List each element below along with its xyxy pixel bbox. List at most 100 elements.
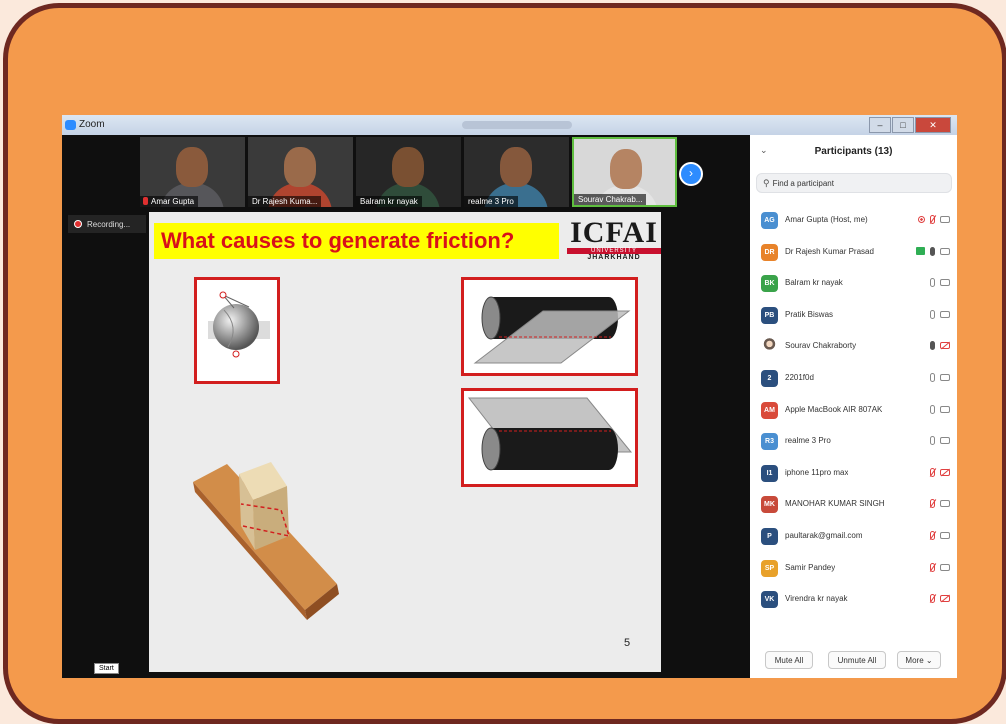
cylinder-below-plane-figure	[461, 388, 638, 487]
participant-row[interactable]: VK Virendra kr nayak	[750, 585, 957, 617]
participant-row[interactable]: I1 iphone 11pro max	[750, 459, 957, 491]
zoom-app-icon	[65, 120, 76, 130]
video-tile[interactable]: Balram kr nayak	[356, 137, 461, 207]
participant-row[interactable]: BK Balram kr nayak	[750, 269, 957, 301]
minimize-button[interactable]: –	[869, 117, 891, 133]
participant-avatar: VK	[761, 591, 778, 609]
participant-status-icons	[930, 372, 950, 382]
participant-avatar: PB	[761, 306, 778, 324]
participant-row[interactable]: DR Dr Rajesh Kumar Prasad	[750, 238, 957, 270]
participant-name: Dr Rajesh Kumar Prasad	[785, 246, 874, 256]
mute-all-button[interactable]: Mute All	[765, 651, 813, 669]
participant-avatar: AG	[761, 212, 778, 229]
participant-avatar: I1	[761, 464, 778, 482]
next-videos-arrow-icon[interactable]: ›	[679, 162, 703, 186]
participant-name: MANOHAR KUMAR SINGH	[785, 499, 885, 509]
recording-icon	[918, 216, 925, 223]
more-button[interactable]: More ⌄	[897, 651, 941, 669]
participant-avatar: AM	[761, 401, 778, 419]
camera-icon	[940, 405, 950, 413]
participant-face	[610, 149, 642, 189]
video-tile-name: Amar Gupta	[140, 196, 199, 207]
recording-indicator[interactable]: Recording...	[68, 215, 146, 233]
camera-icon	[940, 437, 950, 445]
slide-title: What causes to generate friction?	[154, 223, 559, 259]
participant-avatar: MK	[761, 496, 778, 514]
participant-status-icons	[930, 309, 950, 319]
participant-name: Pratik Biswas	[785, 309, 834, 319]
video-tile-active-speaker[interactable]: Sourav Chakrab...	[572, 137, 677, 207]
participant-list: AG Amar Gupta (Host, me) DR Dr Rajesh Kumar…	[750, 206, 957, 617]
video-tile-name: Balram kr nayak	[356, 196, 422, 207]
start-button[interactable]: Start	[94, 663, 119, 674]
participant-face	[392, 147, 424, 187]
video-tile[interactable]: Amar Gupta	[140, 137, 245, 207]
mic-muted-icon	[930, 562, 935, 572]
camera-icon	[940, 531, 950, 539]
panel-footer: Mute All Unmute All More ⌄	[750, 648, 957, 674]
recording-dot-icon	[74, 220, 82, 228]
sphere-figure	[194, 277, 280, 384]
participant-status-icons	[918, 215, 950, 224]
participant-status-icons	[916, 246, 950, 256]
mic-muted-icon	[143, 197, 148, 205]
participant-row[interactable]: 2 2201f0d	[750, 364, 957, 396]
participant-name: realme 3 Pro	[785, 436, 831, 446]
search-icon: ⚲	[763, 177, 770, 188]
participant-row[interactable]: SP Samir Pandey	[750, 554, 957, 586]
microphone-icon	[930, 372, 935, 382]
participant-name: Sourav Chakraborty	[785, 341, 857, 351]
participant-avatar: P	[761, 527, 778, 545]
camera-icon	[940, 563, 950, 571]
participant-status-icons	[930, 467, 950, 477]
maximize-button[interactable]: □	[892, 117, 914, 133]
participant-status-icons	[930, 436, 950, 446]
participant-row[interactable]: AG Amar Gupta (Host, me)	[750, 206, 957, 238]
video-tile-name: Sourav Chakrab...	[574, 194, 647, 205]
blurred-title-text	[462, 121, 572, 129]
microphone-icon	[930, 278, 935, 288]
unmute-all-button[interactable]: Unmute All	[828, 651, 886, 669]
camera-icon	[940, 279, 950, 287]
participant-name: 2201f0d	[785, 372, 814, 382]
camera-icon	[940, 500, 950, 508]
participant-name: Balram kr nayak	[785, 278, 843, 288]
video-tile[interactable]: Dr Rajesh Kuma...	[248, 137, 353, 207]
participant-status-icons	[930, 499, 950, 509]
microphone-icon	[930, 309, 935, 319]
search-placeholder: Find a participant	[772, 178, 834, 188]
mic-muted-icon	[930, 530, 935, 540]
participant-row[interactable]: MK MANOHAR KUMAR SINGH	[750, 490, 957, 522]
camera-icon	[940, 373, 950, 381]
camera-icon	[940, 247, 950, 255]
close-button[interactable]: ✕	[915, 117, 951, 133]
participant-row[interactable]: Sourav Chakraborty	[750, 332, 957, 364]
participant-avatar: R3	[761, 433, 778, 451]
camera-icon	[940, 310, 950, 318]
title-bar: Zoom – □ ✕	[62, 115, 957, 135]
microphone-icon	[930, 436, 935, 446]
logo-sub: JHARKHAND	[587, 254, 641, 261]
video-tile[interactable]: realme 3 Pro	[464, 137, 569, 207]
participant-face	[176, 147, 208, 187]
window-controls: – □ ✕	[869, 117, 951, 133]
mic-muted-icon	[930, 215, 935, 224]
participant-row[interactable]: PB Pratik Biswas	[750, 301, 957, 333]
participant-name: iphone 11pro max	[785, 467, 849, 477]
video-tile-name: realme 3 Pro	[464, 196, 518, 207]
participant-row[interactable]: R3 realme 3 Pro	[750, 427, 957, 459]
participant-row[interactable]: AM Apple MacBook AIR 807AK	[750, 396, 957, 428]
participant-row[interactable]: Ppaultarak@gmail.com	[750, 522, 957, 554]
participant-status-icons	[930, 278, 950, 288]
camera-off-icon	[940, 342, 950, 350]
mic-muted-icon	[930, 499, 935, 509]
camera-icon	[940, 216, 950, 223]
participant-name: Apple MacBook AIR 807AK	[785, 404, 883, 414]
wood-blocks-figure	[193, 462, 339, 620]
university-logo: ICFAI UNIVERSITY JHARKHAND	[567, 218, 661, 267]
participant-face	[500, 147, 532, 187]
participant-search[interactable]: ⚲ Find a participant	[756, 173, 952, 193]
screen-share-icon	[916, 247, 925, 256]
video-strip: Amar Gupta Dr Rajesh Kuma... Balram kr n…	[140, 137, 677, 207]
camera-off-icon	[940, 468, 950, 476]
